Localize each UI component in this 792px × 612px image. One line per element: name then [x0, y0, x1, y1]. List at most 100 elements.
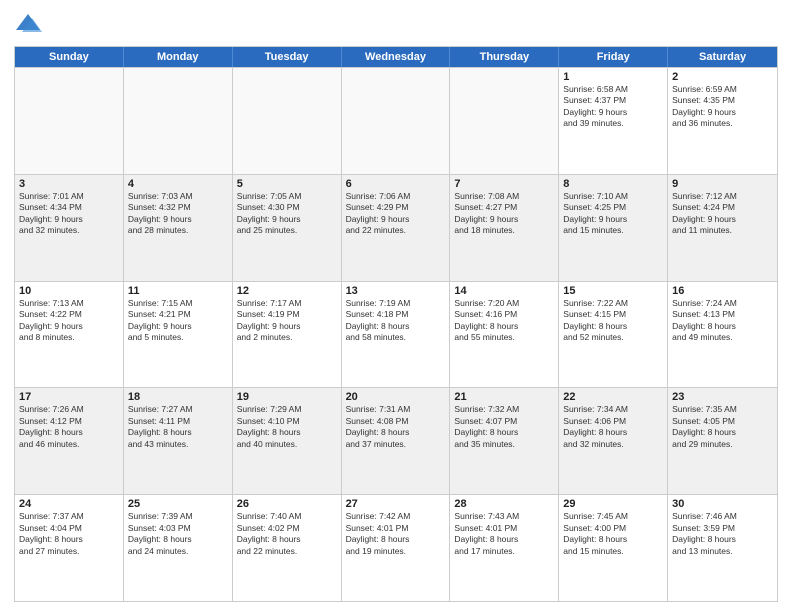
- day-number: 17: [19, 391, 119, 403]
- day-number: 14: [454, 285, 554, 297]
- calendar-body: 1Sunrise: 6:58 AM Sunset: 4:37 PM Daylig…: [15, 67, 777, 601]
- day-cell-8: 8Sunrise: 7:10 AM Sunset: 4:25 PM Daylig…: [559, 175, 668, 281]
- empty-cell: [124, 68, 233, 174]
- day-number: 15: [563, 285, 663, 297]
- day-number: 23: [672, 391, 773, 403]
- day-cell-4: 4Sunrise: 7:03 AM Sunset: 4:32 PM Daylig…: [124, 175, 233, 281]
- day-cell-17: 17Sunrise: 7:26 AM Sunset: 4:12 PM Dayli…: [15, 388, 124, 494]
- empty-cell: [233, 68, 342, 174]
- day-info: Sunrise: 7:42 AM Sunset: 4:01 PM Dayligh…: [346, 511, 446, 557]
- header-day-thursday: Thursday: [450, 47, 559, 67]
- day-info: Sunrise: 7:39 AM Sunset: 4:03 PM Dayligh…: [128, 511, 228, 557]
- logo-icon: [14, 10, 42, 38]
- day-info: Sunrise: 7:08 AM Sunset: 4:27 PM Dayligh…: [454, 191, 554, 237]
- header-day-sunday: Sunday: [15, 47, 124, 67]
- day-cell-28: 28Sunrise: 7:43 AM Sunset: 4:01 PM Dayli…: [450, 495, 559, 601]
- day-number: 25: [128, 498, 228, 510]
- day-cell-6: 6Sunrise: 7:06 AM Sunset: 4:29 PM Daylig…: [342, 175, 451, 281]
- day-cell-18: 18Sunrise: 7:27 AM Sunset: 4:11 PM Dayli…: [124, 388, 233, 494]
- day-number: 16: [672, 285, 773, 297]
- day-info: Sunrise: 7:22 AM Sunset: 4:15 PM Dayligh…: [563, 298, 663, 344]
- day-number: 8: [563, 178, 663, 190]
- day-info: Sunrise: 7:13 AM Sunset: 4:22 PM Dayligh…: [19, 298, 119, 344]
- day-number: 29: [563, 498, 663, 510]
- page-header: [14, 10, 778, 38]
- calendar-row-1: 1Sunrise: 6:58 AM Sunset: 4:37 PM Daylig…: [15, 67, 777, 174]
- day-number: 20: [346, 391, 446, 403]
- day-cell-5: 5Sunrise: 7:05 AM Sunset: 4:30 PM Daylig…: [233, 175, 342, 281]
- day-number: 3: [19, 178, 119, 190]
- day-number: 19: [237, 391, 337, 403]
- day-info: Sunrise: 6:58 AM Sunset: 4:37 PM Dayligh…: [563, 84, 663, 130]
- day-cell-23: 23Sunrise: 7:35 AM Sunset: 4:05 PM Dayli…: [668, 388, 777, 494]
- header-day-tuesday: Tuesday: [233, 47, 342, 67]
- day-cell-9: 9Sunrise: 7:12 AM Sunset: 4:24 PM Daylig…: [668, 175, 777, 281]
- day-number: 12: [237, 285, 337, 297]
- day-number: 7: [454, 178, 554, 190]
- day-info: Sunrise: 7:15 AM Sunset: 4:21 PM Dayligh…: [128, 298, 228, 344]
- day-cell-2: 2Sunrise: 6:59 AM Sunset: 4:35 PM Daylig…: [668, 68, 777, 174]
- day-number: 28: [454, 498, 554, 510]
- day-cell-29: 29Sunrise: 7:45 AM Sunset: 4:00 PM Dayli…: [559, 495, 668, 601]
- day-info: Sunrise: 7:29 AM Sunset: 4:10 PM Dayligh…: [237, 404, 337, 450]
- day-number: 22: [563, 391, 663, 403]
- header-day-friday: Friday: [559, 47, 668, 67]
- day-cell-24: 24Sunrise: 7:37 AM Sunset: 4:04 PM Dayli…: [15, 495, 124, 601]
- day-info: Sunrise: 7:31 AM Sunset: 4:08 PM Dayligh…: [346, 404, 446, 450]
- header-day-monday: Monday: [124, 47, 233, 67]
- day-info: Sunrise: 7:40 AM Sunset: 4:02 PM Dayligh…: [237, 511, 337, 557]
- day-cell-21: 21Sunrise: 7:32 AM Sunset: 4:07 PM Dayli…: [450, 388, 559, 494]
- day-number: 6: [346, 178, 446, 190]
- day-number: 10: [19, 285, 119, 297]
- calendar-row-2: 3Sunrise: 7:01 AM Sunset: 4:34 PM Daylig…: [15, 174, 777, 281]
- day-cell-22: 22Sunrise: 7:34 AM Sunset: 4:06 PM Dayli…: [559, 388, 668, 494]
- day-number: 11: [128, 285, 228, 297]
- day-cell-1: 1Sunrise: 6:58 AM Sunset: 4:37 PM Daylig…: [559, 68, 668, 174]
- empty-cell: [450, 68, 559, 174]
- header-day-saturday: Saturday: [668, 47, 777, 67]
- day-number: 26: [237, 498, 337, 510]
- day-info: Sunrise: 7:32 AM Sunset: 4:07 PM Dayligh…: [454, 404, 554, 450]
- day-info: Sunrise: 7:35 AM Sunset: 4:05 PM Dayligh…: [672, 404, 773, 450]
- day-cell-25: 25Sunrise: 7:39 AM Sunset: 4:03 PM Dayli…: [124, 495, 233, 601]
- empty-cell: [342, 68, 451, 174]
- day-cell-7: 7Sunrise: 7:08 AM Sunset: 4:27 PM Daylig…: [450, 175, 559, 281]
- day-info: Sunrise: 7:10 AM Sunset: 4:25 PM Dayligh…: [563, 191, 663, 237]
- day-info: Sunrise: 7:37 AM Sunset: 4:04 PM Dayligh…: [19, 511, 119, 557]
- day-info: Sunrise: 7:03 AM Sunset: 4:32 PM Dayligh…: [128, 191, 228, 237]
- day-cell-16: 16Sunrise: 7:24 AM Sunset: 4:13 PM Dayli…: [668, 282, 777, 388]
- day-cell-26: 26Sunrise: 7:40 AM Sunset: 4:02 PM Dayli…: [233, 495, 342, 601]
- calendar-row-3: 10Sunrise: 7:13 AM Sunset: 4:22 PM Dayli…: [15, 281, 777, 388]
- day-cell-30: 30Sunrise: 7:46 AM Sunset: 3:59 PM Dayli…: [668, 495, 777, 601]
- day-info: Sunrise: 6:59 AM Sunset: 4:35 PM Dayligh…: [672, 84, 773, 130]
- calendar-header: SundayMondayTuesdayWednesdayThursdayFrid…: [15, 47, 777, 67]
- day-info: Sunrise: 7:20 AM Sunset: 4:16 PM Dayligh…: [454, 298, 554, 344]
- calendar-row-4: 17Sunrise: 7:26 AM Sunset: 4:12 PM Dayli…: [15, 387, 777, 494]
- day-info: Sunrise: 7:06 AM Sunset: 4:29 PM Dayligh…: [346, 191, 446, 237]
- day-info: Sunrise: 7:17 AM Sunset: 4:19 PM Dayligh…: [237, 298, 337, 344]
- calendar-row-5: 24Sunrise: 7:37 AM Sunset: 4:04 PM Dayli…: [15, 494, 777, 601]
- day-cell-10: 10Sunrise: 7:13 AM Sunset: 4:22 PM Dayli…: [15, 282, 124, 388]
- calendar: SundayMondayTuesdayWednesdayThursdayFrid…: [14, 46, 778, 602]
- day-cell-14: 14Sunrise: 7:20 AM Sunset: 4:16 PM Dayli…: [450, 282, 559, 388]
- day-cell-20: 20Sunrise: 7:31 AM Sunset: 4:08 PM Dayli…: [342, 388, 451, 494]
- day-number: 2: [672, 71, 773, 83]
- day-number: 18: [128, 391, 228, 403]
- day-cell-15: 15Sunrise: 7:22 AM Sunset: 4:15 PM Dayli…: [559, 282, 668, 388]
- day-cell-11: 11Sunrise: 7:15 AM Sunset: 4:21 PM Dayli…: [124, 282, 233, 388]
- empty-cell: [15, 68, 124, 174]
- day-info: Sunrise: 7:26 AM Sunset: 4:12 PM Dayligh…: [19, 404, 119, 450]
- day-info: Sunrise: 7:34 AM Sunset: 4:06 PM Dayligh…: [563, 404, 663, 450]
- day-info: Sunrise: 7:12 AM Sunset: 4:24 PM Dayligh…: [672, 191, 773, 237]
- day-number: 9: [672, 178, 773, 190]
- day-number: 21: [454, 391, 554, 403]
- day-number: 1: [563, 71, 663, 83]
- day-cell-27: 27Sunrise: 7:42 AM Sunset: 4:01 PM Dayli…: [342, 495, 451, 601]
- day-cell-13: 13Sunrise: 7:19 AM Sunset: 4:18 PM Dayli…: [342, 282, 451, 388]
- header-day-wednesday: Wednesday: [342, 47, 451, 67]
- day-number: 27: [346, 498, 446, 510]
- calendar-page: SundayMondayTuesdayWednesdayThursdayFrid…: [0, 0, 792, 612]
- day-number: 4: [128, 178, 228, 190]
- day-info: Sunrise: 7:45 AM Sunset: 4:00 PM Dayligh…: [563, 511, 663, 557]
- day-number: 24: [19, 498, 119, 510]
